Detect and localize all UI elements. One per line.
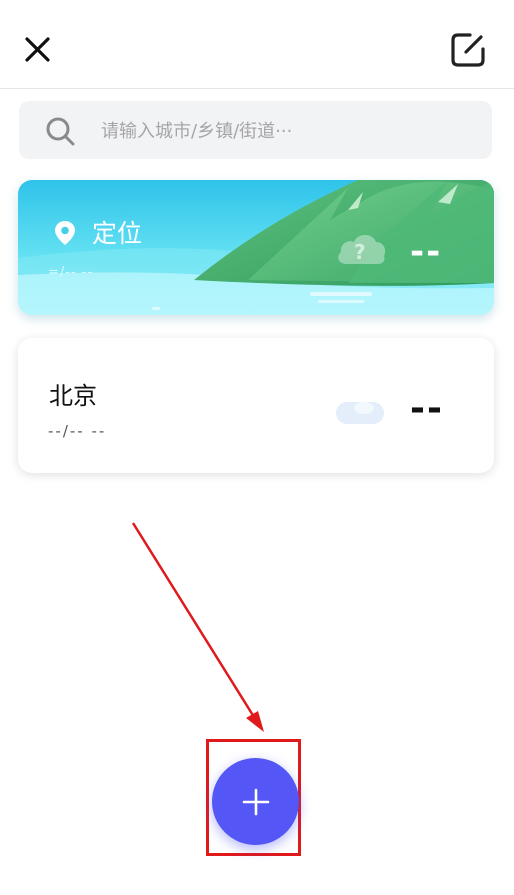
location-pin-icon xyxy=(55,221,75,245)
city-name: 北京 xyxy=(49,382,97,410)
city-weather-card[interactable]: 北京 --/-- -- -- xyxy=(18,338,494,473)
location-temperature: -- xyxy=(410,232,443,272)
search-input[interactable] xyxy=(99,115,473,147)
svg-text:?: ? xyxy=(354,240,366,264)
close-button[interactable] xyxy=(18,30,58,70)
cloud-icon xyxy=(336,402,384,424)
search-bar[interactable] xyxy=(19,101,492,159)
add-city-button[interactable] xyxy=(212,758,299,845)
location-title: 定位 xyxy=(92,219,143,248)
edit-button[interactable] xyxy=(446,28,490,72)
location-date: =/-- -- xyxy=(48,265,94,280)
top-bar xyxy=(0,0,514,89)
search-icon xyxy=(46,117,75,146)
edit-icon xyxy=(451,33,485,67)
city-temperature: -- xyxy=(410,388,444,429)
location-weather-card[interactable]: 定位 =/-- -- ? -- xyxy=(18,180,494,315)
cloud-question-icon: ? xyxy=(338,234,386,264)
close-icon xyxy=(25,37,50,62)
plus-icon xyxy=(242,788,269,815)
city-date: --/-- -- xyxy=(48,422,107,440)
